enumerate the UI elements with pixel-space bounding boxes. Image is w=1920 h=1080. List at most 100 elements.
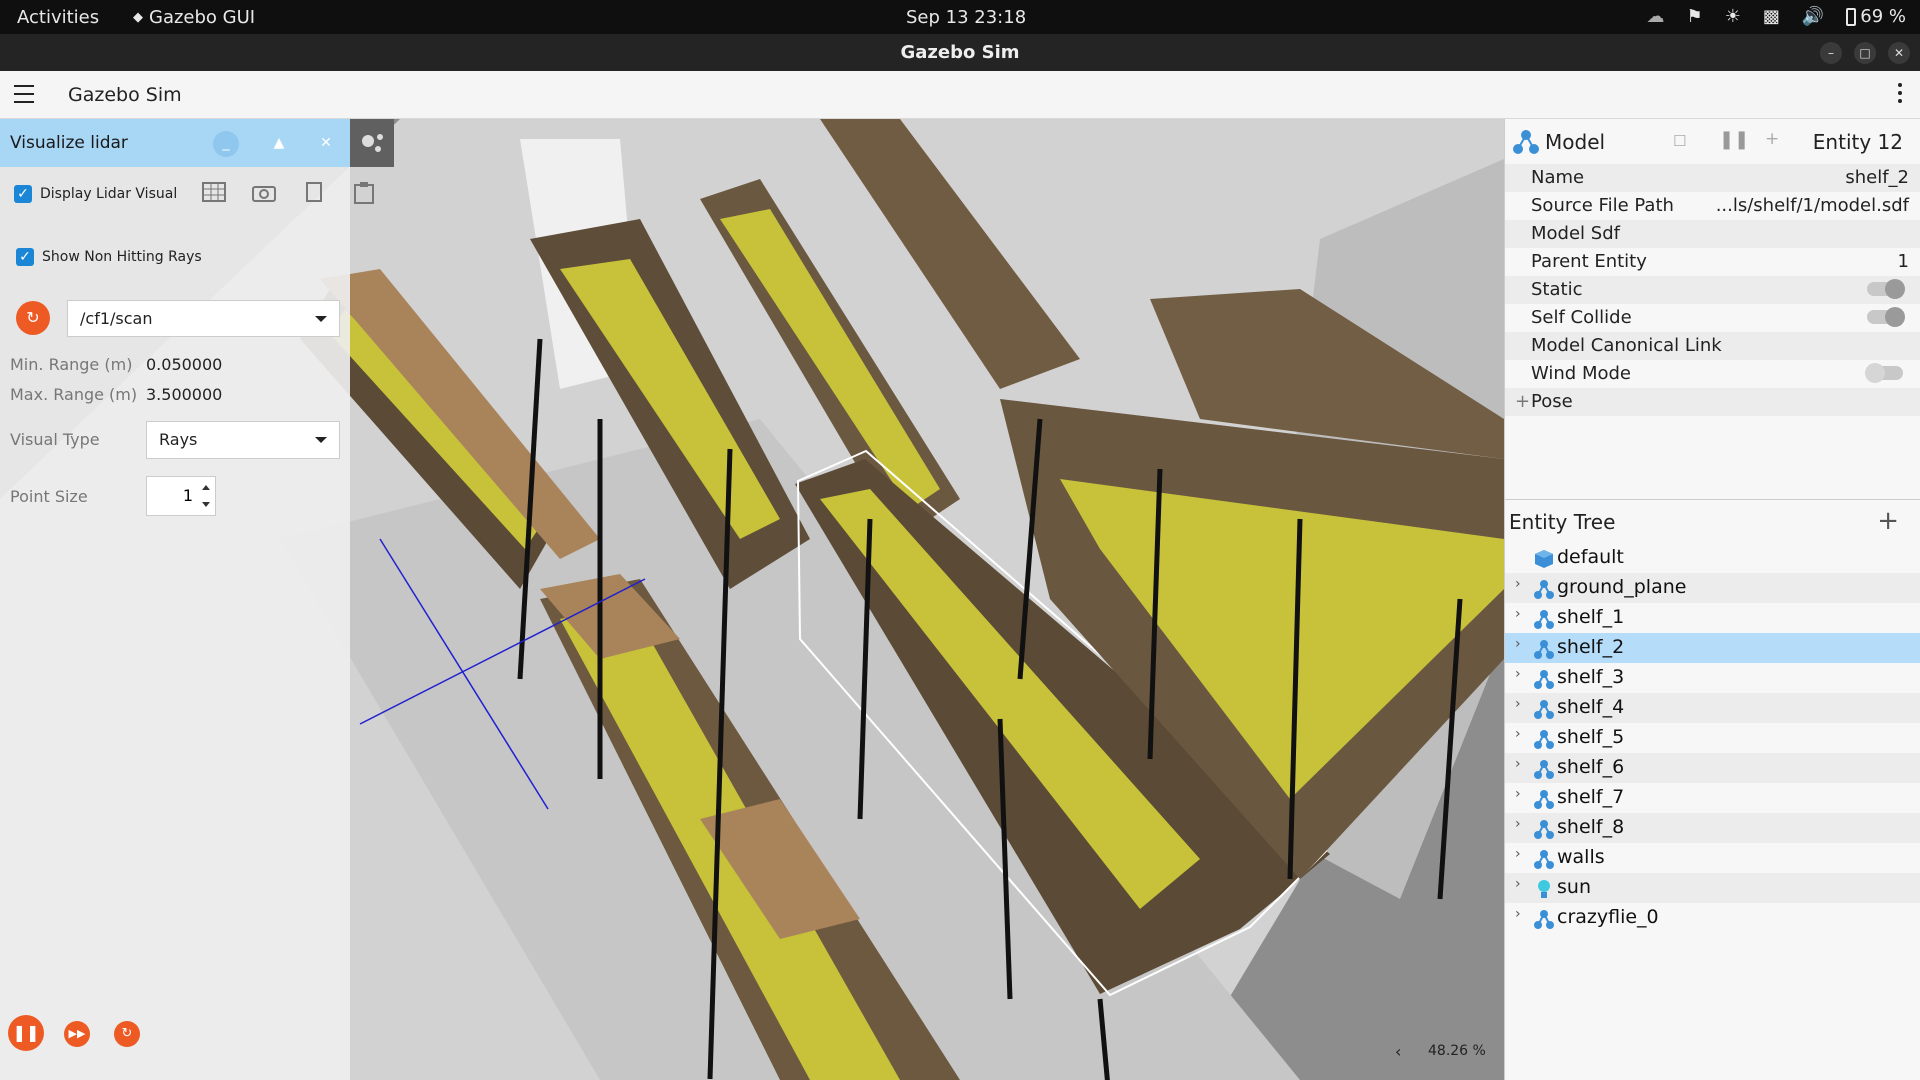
prop-value: shelf_2 [1845, 167, 1909, 188]
add-entity-icon[interactable]: + [1877, 506, 1899, 536]
step-button[interactable]: ▶▶ [64, 1021, 90, 1047]
panel-float-button[interactable]: ▲ [266, 131, 292, 157]
accessibility-icon[interactable]: ⚑ [1687, 6, 1703, 27]
tree-item-ground_plane[interactable]: › ground_plane [1505, 573, 1920, 603]
tree-item-shelf_8[interactable]: › shelf_8 [1505, 813, 1920, 843]
battery-indicator: 69 % [1846, 6, 1906, 27]
prop-key: Model Sdf [1531, 223, 1620, 244]
chevron-right-icon[interactable]: › [1515, 696, 1521, 712]
maximize-window-button[interactable]: □ [1854, 42, 1876, 64]
chevron-right-icon[interactable]: › [1515, 726, 1521, 742]
tree-item-label: shelf_2 [1557, 636, 1625, 658]
app-menu[interactable]: ◆ Gazebo GUI [133, 7, 255, 28]
chevron-right-icon[interactable]: › [1515, 786, 1521, 802]
paste-icon[interactable] [350, 180, 378, 204]
chevron-right-icon[interactable]: › [1515, 606, 1521, 622]
lock-icon[interactable]: ☐ [1673, 132, 1686, 150]
visual-type-dropdown[interactable]: Rays [146, 421, 340, 459]
tree-item-shelf_6[interactable]: › shelf_6 [1505, 753, 1920, 783]
tree-item-label: shelf_5 [1557, 726, 1625, 748]
lights-tool-icon[interactable] [350, 119, 394, 167]
system-tray[interactable]: ☁ ⚑ ☀ ▩ 🔊 69 % [1647, 6, 1906, 27]
prop-row-model-canonical-link: Model Canonical Link [1505, 332, 1920, 360]
spin-up-icon[interactable] [202, 485, 210, 490]
copy-icon[interactable] [300, 180, 328, 204]
camera-icon[interactable] [250, 180, 278, 204]
scene-toolbar [200, 180, 378, 204]
chevron-right-icon[interactable]: › [1515, 846, 1521, 862]
network-icon: ▩ [1762, 6, 1780, 27]
pause-inspector-icon[interactable]: ❚❚ [1719, 129, 1749, 150]
tree-item-shelf_5[interactable]: › shelf_5 [1505, 723, 1920, 753]
model-icon [1534, 730, 1554, 749]
component-inspector-header: Model ☐ ❚❚ + Entity 12 [1505, 119, 1920, 163]
minimize-window-button[interactable]: – [1820, 42, 1842, 64]
chevron-right-icon[interactable]: › [1515, 756, 1521, 772]
model-icon [1534, 820, 1554, 839]
tree-item-shelf_1[interactable]: › shelf_1 [1505, 603, 1920, 633]
panel-minimize-button[interactable]: _ [213, 131, 239, 157]
tree-item-shelf_4[interactable]: › shelf_4 [1505, 693, 1920, 723]
lidar-panel-header[interactable]: Visualize lidar _ ▲ ✕ [0, 119, 350, 167]
world-cube-icon [1535, 550, 1553, 568]
zoom-level: 48.26 % [1428, 1043, 1486, 1059]
prop-row-source-file-path: Source File Path ...ls/shelf/1/model.sdf [1505, 192, 1920, 220]
battery-icon [1846, 7, 1857, 26]
prop-key: Source File Path [1531, 195, 1674, 216]
grid-icon[interactable] [200, 180, 228, 204]
chevron-right-icon[interactable]: › [1515, 876, 1521, 892]
self-collide-toggle[interactable] [1867, 307, 1905, 327]
app-header: Gazebo Sim [0, 71, 1920, 119]
prop-key: Model Canonical Link [1531, 335, 1722, 356]
tree-item-label: shelf_6 [1557, 756, 1625, 778]
topic-dropdown[interactable]: /cf1/scan [67, 300, 340, 337]
pause-button[interactable]: ❚❚ [8, 1015, 44, 1051]
tree-item-label: shelf_7 [1557, 786, 1625, 808]
model-icon [1534, 670, 1554, 689]
tree-item-label: walls [1557, 846, 1605, 868]
prop-row-pose[interactable]: + Pose [1505, 388, 1920, 416]
panel-close-button[interactable]: ✕ [313, 131, 339, 157]
tree-item-label: shelf_4 [1557, 696, 1625, 718]
model-icon [1534, 790, 1554, 809]
kebab-menu-icon[interactable] [1898, 83, 1902, 103]
tree-item-walls[interactable]: › walls [1505, 843, 1920, 873]
tree-item-crazyflie_0[interactable]: › crazyflie_0 [1505, 903, 1920, 933]
wind-mode-toggle[interactable] [1865, 363, 1903, 383]
model-icon [1513, 130, 1539, 154]
hamburger-menu-icon[interactable] [14, 85, 34, 103]
chevron-right-icon[interactable]: › [1515, 636, 1521, 652]
tree-item-shelf_2[interactable]: › shelf_2 [1505, 633, 1920, 663]
refresh-topics-button[interactable]: ↻ [16, 301, 50, 335]
chevron-right-icon[interactable]: › [1515, 906, 1521, 922]
clock[interactable]: Sep 13 23:18 [906, 7, 1026, 28]
min-range-value: 0.050000 [146, 355, 223, 374]
tree-item-default[interactable]: default [1505, 543, 1920, 573]
prop-row-static: Static [1505, 276, 1920, 304]
point-size-spinbox[interactable]: 1 [146, 476, 216, 516]
chevron-right-icon[interactable]: › [1515, 816, 1521, 832]
chevron-right-icon[interactable]: › [1515, 576, 1521, 592]
static-toggle[interactable] [1867, 279, 1905, 299]
tree-item-shelf_7[interactable]: › shelf_7 [1505, 783, 1920, 813]
prop-row-model-sdf: Model Sdf [1505, 220, 1920, 248]
volume-icon: 🔊 [1801, 6, 1825, 27]
window-title-bar[interactable]: Gazebo Sim – □ ✕ [0, 34, 1920, 71]
show-non-hitting-rays-checkbox[interactable]: ✓ Show Non Hitting Rays [16, 248, 202, 266]
chevron-right-icon[interactable]: › [1515, 666, 1521, 682]
add-component-icon[interactable]: + [1765, 129, 1779, 149]
close-window-button[interactable]: ✕ [1888, 42, 1910, 64]
tree-item-shelf_3[interactable]: › shelf_3 [1505, 663, 1920, 693]
right-panel: Model ☐ ❚❚ + Entity 12 Name shelf_2 Sour… [1504, 119, 1920, 1080]
display-lidar-visual-checkbox[interactable]: ✓ Display Lidar Visual [14, 185, 177, 203]
spin-down-icon[interactable] [202, 502, 210, 507]
scene-toolstrip[interactable] [350, 119, 394, 167]
model-icon [1534, 580, 1554, 599]
chevron-left-icon[interactable]: ‹ [1395, 1042, 1401, 1061]
tree-item-sun[interactable]: › sun [1505, 873, 1920, 903]
expand-plus-icon[interactable]: + [1515, 391, 1530, 412]
activities-button[interactable]: Activities [17, 7, 99, 28]
reset-button[interactable]: ↻ [114, 1021, 140, 1047]
gazebo-logo-icon: ◆ [133, 10, 143, 25]
prop-value: ...ls/shelf/1/model.sdf [1715, 195, 1909, 216]
